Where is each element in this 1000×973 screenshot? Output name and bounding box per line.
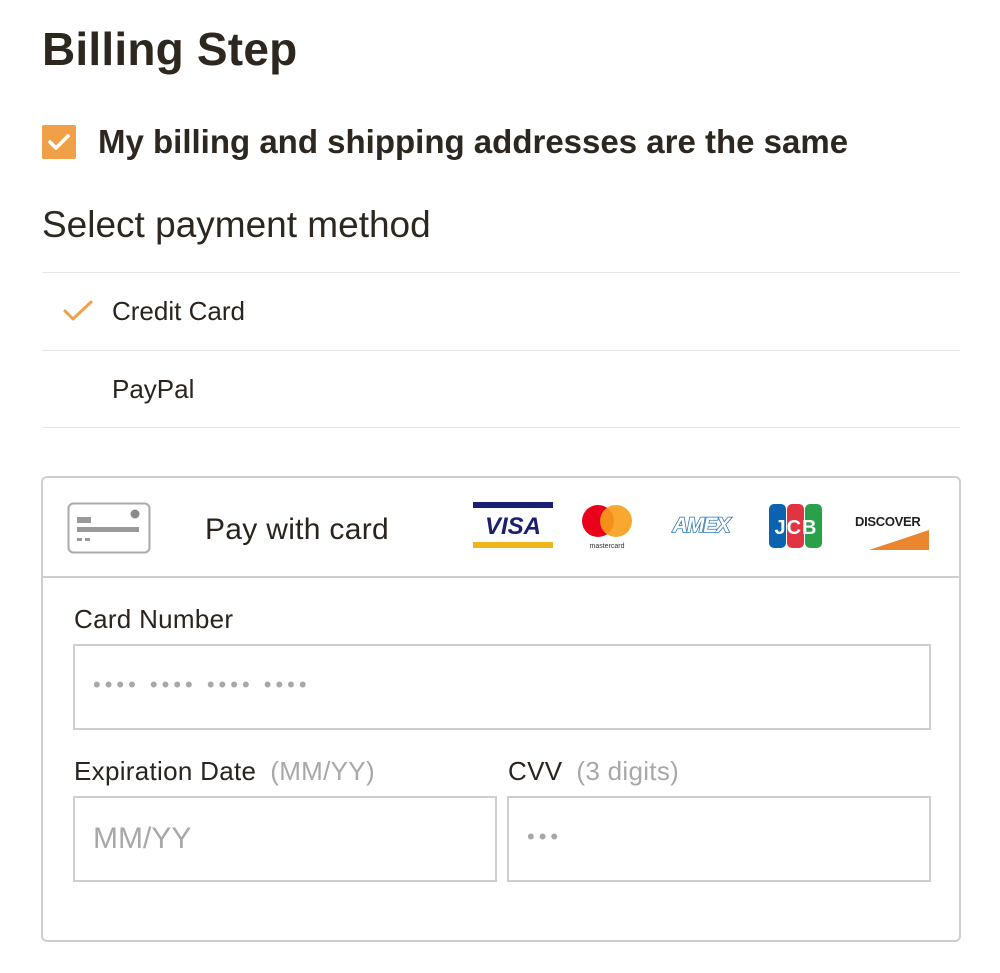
cvv-placeholder: •••: [527, 824, 563, 849]
svg-text:AMEX: AMEX: [672, 514, 733, 537]
expiration-date-label-text: Expiration Date: [74, 756, 257, 786]
credit-card-icon: [67, 502, 151, 554]
card-number-input[interactable]: •••• •••• •••• ••••: [73, 644, 931, 730]
expiration-date-label: Expiration Date (MM/YY): [74, 756, 375, 787]
cvv-hint: (3 digits): [576, 756, 680, 786]
page-title: Billing Step: [42, 23, 298, 75]
jcb-logo: JCB: [769, 504, 822, 548]
cvv-label-text: CVV: [508, 756, 563, 786]
card-number-label: Card Number: [74, 604, 234, 634]
same-address-checkbox[interactable]: [42, 125, 76, 159]
payment-method-label: PayPal: [112, 373, 195, 404]
cvv-input[interactable]: •••: [507, 796, 931, 882]
payment-method-list: Credit Card PayPal: [42, 272, 960, 428]
checkmark-icon: [48, 134, 70, 150]
expiration-date-placeholder: MM/YY: [93, 822, 192, 855]
payment-method-paypal[interactable]: PayPal: [42, 350, 960, 428]
discover-logo: DISCOVER: [855, 514, 929, 550]
payment-method-credit-card[interactable]: Credit Card: [42, 272, 960, 350]
cvv-label: CVV (3 digits): [508, 756, 679, 787]
visa-logo: VISA: [473, 502, 553, 548]
selected-check-icon: [63, 300, 93, 321]
card-payment-panel: Pay with card VISA mastercard AMEX JCB D…: [41, 476, 961, 942]
svg-text:mastercard: mastercard: [589, 543, 624, 550]
expiration-date-hint: (MM/YY): [270, 756, 375, 786]
svg-text:JCB: JCB: [774, 517, 817, 539]
pay-with-card-label: Pay with card: [205, 513, 389, 546]
mastercard-logo: mastercard: [582, 505, 632, 550]
svg-text:DISCOVER: DISCOVER: [855, 514, 921, 529]
card-number-placeholder: •••• •••• •••• ••••: [93, 672, 311, 697]
payment-section-title: Select payment method: [42, 204, 431, 245]
same-address-label: My billing and shipping addresses are th…: [98, 123, 849, 160]
same-address-checkbox-row[interactable]: My billing and shipping addresses are th…: [42, 122, 848, 162]
expiration-date-input[interactable]: MM/YY: [73, 796, 497, 882]
card-panel-header: Pay with card VISA mastercard AMEX JCB D…: [43, 478, 959, 578]
svg-text:VISA: VISA: [485, 513, 541, 540]
amex-logo: AMEX: [671, 513, 734, 538]
payment-method-label: Credit Card: [112, 296, 245, 326]
